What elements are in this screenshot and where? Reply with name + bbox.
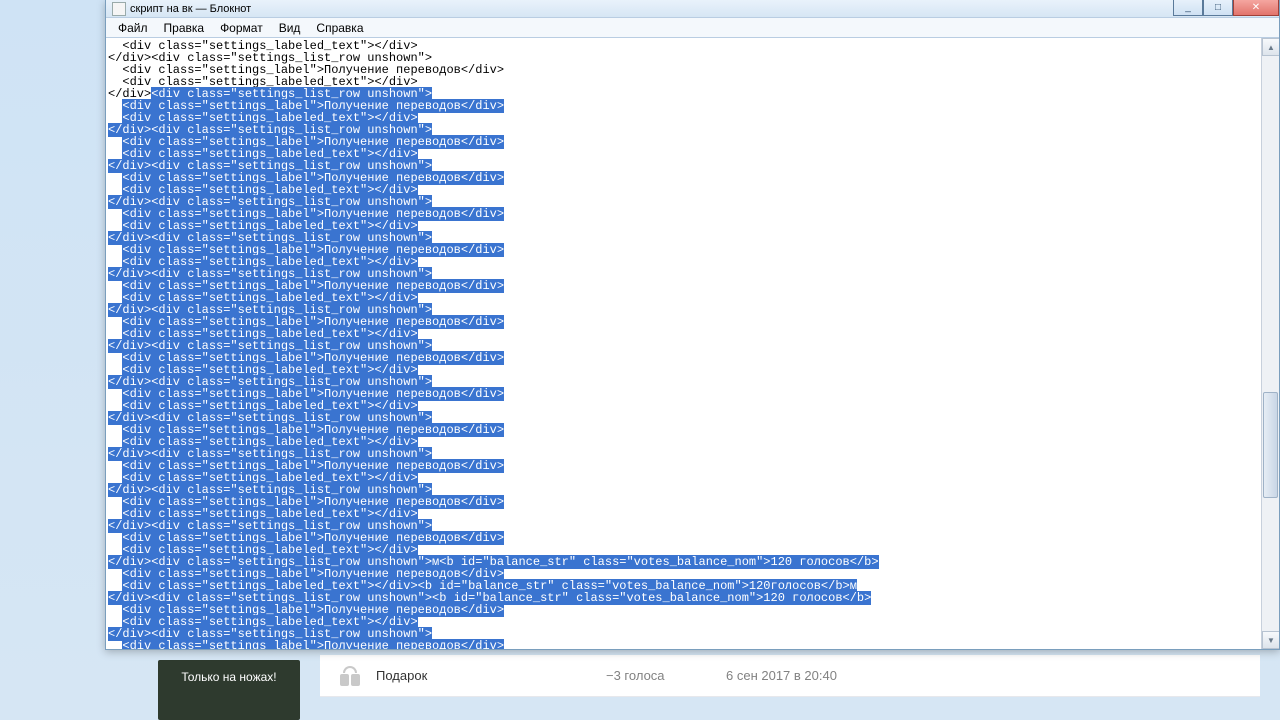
close-button[interactable]: ✕ bbox=[1233, 0, 1279, 16]
maximize-button[interactable]: □ bbox=[1203, 0, 1233, 16]
menu-format[interactable]: Формат bbox=[212, 19, 271, 37]
menu-edit[interactable]: Правка bbox=[156, 19, 213, 37]
notepad-window: скрипт на вк — Блокнот _ □ ✕ Файл Правка… bbox=[105, 0, 1280, 650]
minimize-button[interactable]: _ bbox=[1173, 0, 1203, 16]
gift-cost: −3 голоса bbox=[606, 668, 726, 683]
scroll-thumb[interactable] bbox=[1263, 392, 1278, 498]
menu-view[interactable]: Вид bbox=[271, 19, 309, 37]
scroll-up-arrow-icon[interactable]: ▲ bbox=[1262, 38, 1279, 56]
scroll-down-arrow-icon[interactable]: ▼ bbox=[1262, 631, 1279, 649]
gift-icon bbox=[340, 666, 360, 686]
text-editor[interactable]: <div class="settings_labeled_text"></div… bbox=[106, 38, 1261, 649]
menu-file[interactable]: Файл bbox=[110, 19, 156, 37]
menubar: Файл Правка Формат Вид Справка bbox=[106, 18, 1279, 38]
code-line: <div class="settings_label">Получение пе… bbox=[108, 640, 1261, 649]
menu-help[interactable]: Справка bbox=[308, 19, 371, 37]
promo-banner-text: Только на ножах! bbox=[158, 670, 300, 684]
client-area: <div class="settings_labeled_text"></div… bbox=[106, 38, 1279, 649]
titlebar[interactable]: скрипт на вк — Блокнот _ □ ✕ bbox=[106, 0, 1279, 18]
gift-list-row[interactable]: Подарок −3 голоса 6 сен 2017 в 20:40 bbox=[320, 655, 1260, 697]
gift-date: 6 сен 2017 в 20:40 bbox=[726, 668, 837, 683]
window-title: скрипт на вк — Блокнот bbox=[130, 3, 251, 15]
vertical-scrollbar[interactable]: ▲ ▼ bbox=[1261, 38, 1279, 649]
background-promo-card: Только на ножах! bbox=[158, 660, 300, 720]
notepad-icon bbox=[112, 2, 126, 16]
gift-name: Подарок bbox=[376, 668, 606, 683]
